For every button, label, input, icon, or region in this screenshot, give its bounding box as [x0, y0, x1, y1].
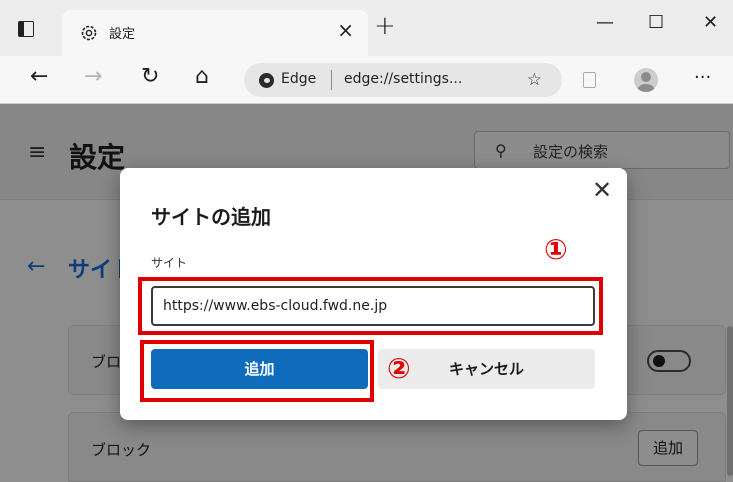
profile-avatar-icon[interactable]: [634, 68, 658, 92]
maximize-button[interactable]: ☐: [648, 14, 664, 32]
address-bar[interactable]: Edge edge://settings... ☆: [244, 63, 562, 97]
collections-icon[interactable]: [583, 72, 596, 88]
edge-logo-icon: [259, 73, 274, 88]
dialog-close-icon[interactable]: ✕: [592, 178, 612, 202]
settings-search-input[interactable]: ⚲ 設定の検索: [474, 131, 730, 169]
address-url[interactable]: edge://settings...: [344, 71, 462, 87]
page-title: 設定: [69, 141, 126, 174]
tab-close-icon[interactable]: ×: [337, 20, 354, 40]
annotation-marker-2: ②: [387, 352, 411, 385]
tab-strip: 設定 × + — ☐ ✕: [0, 0, 733, 56]
address-badge: Edge: [281, 71, 317, 87]
more-menu-icon[interactable]: ···: [694, 67, 711, 88]
block-list-card: ブロック 追加: [68, 412, 726, 482]
add-button[interactable]: 追加: [151, 349, 368, 389]
browser-toolbar: ← → ↻ ⌂ Edge edge://settings... ☆ ···: [0, 56, 733, 104]
gear-icon: [81, 25, 97, 41]
back-arrow-icon[interactable]: ←: [27, 254, 45, 279]
refresh-icon[interactable]: ↻: [141, 66, 159, 88]
add-site-dialog: ✕ サイトの追加 サイト 追加 キャンセル: [120, 168, 627, 420]
menu-icon[interactable]: ≡: [28, 142, 46, 164]
forward-icon: →: [84, 64, 103, 89]
search-placeholder: 設定の検索: [533, 143, 609, 161]
block-toggle-label: ブロ: [91, 353, 122, 371]
block-add-button[interactable]: 追加: [638, 430, 698, 466]
page-scrollbar[interactable]: [727, 326, 733, 476]
tab-actions-icon[interactable]: [18, 21, 34, 37]
search-icon: ⚲: [495, 141, 507, 160]
add-favorite-icon[interactable]: ☆: [527, 70, 542, 90]
site-field-label: サイト: [151, 256, 188, 270]
window-close-button[interactable]: ✕: [703, 14, 718, 32]
address-divider: [331, 70, 332, 90]
tab-title: 設定: [109, 27, 136, 42]
site-input[interactable]: [151, 286, 595, 326]
block-toggle[interactable]: [647, 350, 691, 372]
dialog-title: サイトの追加: [151, 205, 271, 229]
tab-settings[interactable]: 設定 ×: [62, 10, 368, 56]
back-icon[interactable]: ←: [30, 66, 48, 88]
annotation-marker-1: ①: [544, 233, 568, 266]
new-tab-button[interactable]: +: [374, 13, 396, 39]
minimize-button[interactable]: —: [596, 14, 614, 32]
block-list-label: ブロック: [91, 441, 152, 459]
home-icon[interactable]: ⌂: [195, 66, 209, 88]
